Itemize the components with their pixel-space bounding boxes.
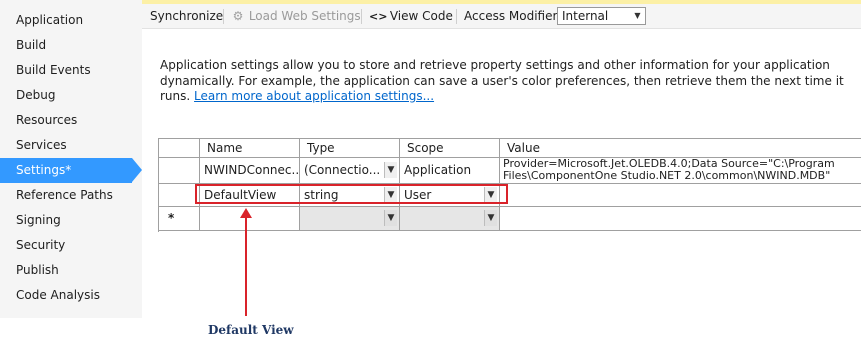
row-header[interactable] xyxy=(159,158,200,184)
setting-value-cell[interactable]: Provider=Microsoft.Jet.OLEDB.4.0;Data So… xyxy=(500,158,861,184)
sidebar-item-signing[interactable]: Signing xyxy=(0,208,132,233)
access-modifier-value: Internal xyxy=(562,9,609,23)
view-code-label: View Code xyxy=(389,9,453,23)
synchronize-button[interactable]: Synchronize xyxy=(150,4,223,29)
gear-icon: ⚙ xyxy=(232,9,244,23)
sidebar-item-build[interactable]: Build xyxy=(0,33,132,58)
toolbar-separator xyxy=(361,9,362,24)
new-value-cell[interactable] xyxy=(500,207,861,231)
column-header-type[interactable]: Type xyxy=(300,139,400,158)
sidebar-item-build-events[interactable]: Build Events xyxy=(0,58,132,83)
setting-value-line: Files\ComponentOne Studio.NET 2.0\common… xyxy=(503,169,831,182)
new-type-combo[interactable]: ▼ xyxy=(300,207,400,231)
annotation-arrow xyxy=(240,208,252,316)
code-icon: <> xyxy=(369,10,388,23)
sidebar-item-application[interactable]: Application xyxy=(0,8,132,33)
settings-description: Application settings allow you to store … xyxy=(160,58,850,105)
access-modifier-select[interactable]: Internal ▼ xyxy=(557,7,646,25)
setting-type-value: (Connectio... xyxy=(304,163,381,177)
sidebar-item-publish[interactable]: Publish xyxy=(0,258,132,283)
sidebar-item-reference-paths[interactable]: Reference Paths xyxy=(0,183,132,208)
column-header-value[interactable]: Value xyxy=(500,139,861,158)
sidebar-item-settings[interactable]: Settings* xyxy=(0,158,142,183)
chevron-down-icon[interactable]: ▼ xyxy=(384,210,397,226)
highlight-box xyxy=(195,184,508,204)
toolbar-separator xyxy=(223,9,224,24)
sidebar: Application Build Build Events Debug Res… xyxy=(0,0,142,318)
column-header-scope[interactable]: Scope xyxy=(400,139,500,158)
sidebar-item-code-analysis[interactable]: Code Analysis xyxy=(0,283,132,308)
learn-more-link[interactable]: Learn more about application settings... xyxy=(194,89,434,103)
new-row-marker[interactable]: * xyxy=(159,207,200,231)
row-header[interactable] xyxy=(159,184,200,207)
arrow-head-icon xyxy=(240,208,252,218)
setting-type-combo[interactable]: (Connectio... ▼ xyxy=(300,158,400,184)
setting-name-cell[interactable]: NWINDConnec... xyxy=(200,158,300,184)
sidebar-item-security[interactable]: Security xyxy=(0,233,132,258)
selection-arrow-icon xyxy=(132,158,142,182)
annotation-caption: Default View xyxy=(208,323,294,337)
load-web-settings-label: Load Web Settings xyxy=(248,9,361,23)
view-code-button[interactable]: <> View Code xyxy=(369,4,453,29)
setting-scope-cell[interactable]: Application xyxy=(400,158,500,184)
access-modifier-label: Access Modifier: xyxy=(464,9,562,23)
settings-toolbar: Synchronize ⚙ Load Web Settings <> View … xyxy=(142,4,861,29)
sidebar-item-label: Settings* xyxy=(16,163,72,177)
chevron-down-icon[interactable]: ▼ xyxy=(384,162,397,178)
setting-value-cell[interactable] xyxy=(500,184,861,207)
toolbar-separator xyxy=(456,9,457,24)
row-header-corner xyxy=(159,139,200,158)
sidebar-item-services[interactable]: Services xyxy=(0,133,132,158)
column-header-name[interactable]: Name xyxy=(200,139,300,158)
new-scope-combo[interactable]: ▼ xyxy=(400,207,500,231)
sidebar-item-resources[interactable]: Resources xyxy=(0,108,132,133)
chevron-down-icon[interactable]: ▼ xyxy=(484,210,497,226)
load-web-settings-button[interactable]: ⚙ Load Web Settings xyxy=(231,4,361,29)
sidebar-item-debug[interactable]: Debug xyxy=(0,83,132,108)
chevron-down-icon: ▼ xyxy=(634,11,641,20)
